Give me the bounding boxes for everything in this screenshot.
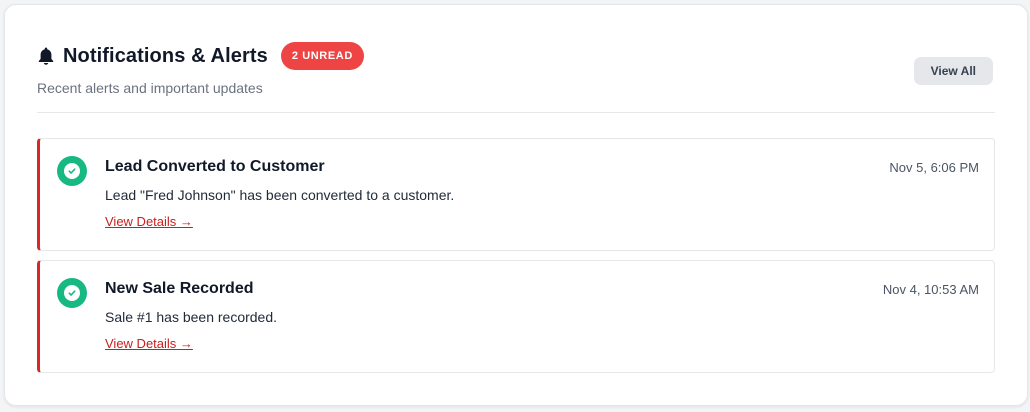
view-details-link[interactable]: View Details → (105, 336, 193, 351)
bell-icon (37, 46, 55, 66)
notification-message: Sale #1 has been recorded. (105, 309, 278, 325)
view-all-button[interactable]: View All (913, 57, 993, 85)
notifications-card: Notifications & Alerts 2 UNREAD Recent a… (4, 4, 1028, 406)
notification-time: Nov 5, 6:06 PM (889, 160, 979, 175)
title-row: Notifications & Alerts 2 UNREAD (37, 41, 995, 71)
notification-message: Lead "Fred Johnson" has been converted t… (105, 187, 455, 203)
unread-badge: 2 UNREAD (280, 42, 364, 70)
subtitle: Recent alerts and important updates (37, 80, 263, 96)
check-circle-icon (57, 278, 87, 308)
card-header: Notifications & Alerts 2 UNREAD Recent a… (37, 41, 995, 113)
view-details-link[interactable]: View Details → (105, 214, 193, 229)
notification-time: Nov 4, 10:53 AM (882, 282, 979, 297)
notification-title: Lead Converted to Customer (105, 158, 325, 175)
page-title: Notifications & Alerts (63, 44, 268, 67)
check-circle-icon (57, 156, 87, 186)
notification-title: New Sale Recorded (105, 280, 254, 297)
notification-list: Lead Converted to Customer Nov 5, 6:06 P… (37, 138, 995, 382)
notification-item: Lead Converted to Customer Nov 5, 6:06 P… (37, 138, 995, 251)
notification-item: New Sale Recorded Nov 4, 10:53 AM Sale #… (37, 260, 995, 373)
